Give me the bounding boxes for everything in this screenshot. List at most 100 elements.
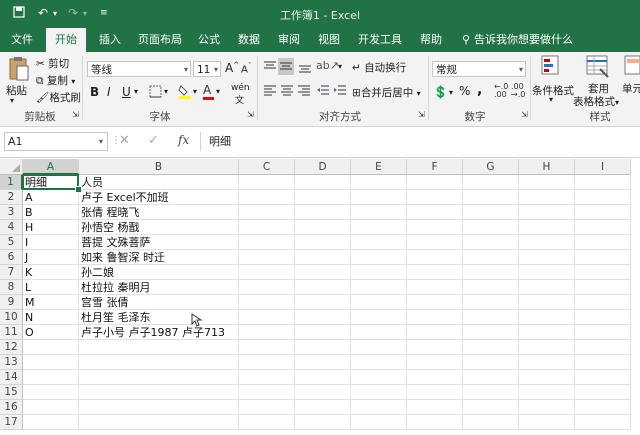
cell-e10[interactable]: [351, 310, 407, 325]
cell-f8[interactable]: [407, 280, 463, 295]
cell-i6[interactable]: [575, 250, 631, 265]
cell-e17[interactable]: [351, 415, 407, 430]
select-all-corner[interactable]: [0, 159, 23, 175]
paste-dropdown-icon[interactable]: ▾: [10, 96, 14, 105]
cell-a16[interactable]: [23, 400, 79, 415]
cell-b2[interactable]: 卢子 Excel不加班: [79, 190, 239, 205]
decrease-indent-icon[interactable]: [316, 84, 330, 101]
cell-f12[interactable]: [407, 340, 463, 355]
cell-g7[interactable]: [463, 265, 519, 280]
cell-e9[interactable]: [351, 295, 407, 310]
cell-i7[interactable]: [575, 265, 631, 280]
cell-d13[interactable]: [295, 355, 351, 370]
tab-page-layout[interactable]: 页面布局: [134, 28, 186, 52]
grow-font-button[interactable]: A^: [225, 61, 239, 75]
cell-b8[interactable]: 杜拉拉 秦明月: [79, 280, 239, 295]
format-as-table-icon[interactable]: [586, 55, 610, 82]
cell-i13[interactable]: [575, 355, 631, 370]
cell-f17[interactable]: [407, 415, 463, 430]
cell-c14[interactable]: [239, 370, 295, 385]
cell-d4[interactable]: [295, 220, 351, 235]
font-name-dropdown[interactable]: 等线 ▾: [87, 61, 191, 77]
cell-d12[interactable]: [295, 340, 351, 355]
fill-color-icon[interactable]: [178, 84, 192, 102]
cell-g16[interactable]: [463, 400, 519, 415]
tab-file[interactable]: 文件: [4, 28, 40, 52]
cell-i11[interactable]: [575, 325, 631, 340]
formula-input[interactable]: 明细: [200, 132, 636, 151]
cell-a17[interactable]: [23, 415, 79, 430]
cell-d16[interactable]: [295, 400, 351, 415]
cell-f16[interactable]: [407, 400, 463, 415]
cell-styles-icon[interactable]: [624, 55, 640, 80]
row-header[interactable]: 3: [0, 205, 23, 220]
cell-d17[interactable]: [295, 415, 351, 430]
cell-f11[interactable]: [407, 325, 463, 340]
cell-g9[interactable]: [463, 295, 519, 310]
column-header-e[interactable]: E: [351, 159, 407, 175]
border-dropdown-icon[interactable]: ▾: [164, 87, 168, 96]
orientation-icon[interactable]: ab↗: [316, 59, 339, 72]
cell-f9[interactable]: [407, 295, 463, 310]
cell-e7[interactable]: [351, 265, 407, 280]
cell-h2[interactable]: [519, 190, 575, 205]
row-header[interactable]: 2: [0, 190, 23, 205]
cell-i14[interactable]: [575, 370, 631, 385]
cell-e4[interactable]: [351, 220, 407, 235]
cell-h5[interactable]: [519, 235, 575, 250]
format-as-table-label[interactable]: 表格格式▾: [573, 94, 619, 109]
copy-button[interactable]: ⧉ 复制 ▾: [36, 73, 75, 88]
cut-button[interactable]: ✂ 剪切: [36, 56, 69, 71]
row-header[interactable]: 6: [0, 250, 23, 265]
underline-dropdown-icon[interactable]: ▾: [134, 87, 138, 96]
cell-h9[interactable]: [519, 295, 575, 310]
cell-c12[interactable]: [239, 340, 295, 355]
cell-g11[interactable]: [463, 325, 519, 340]
cell-e1[interactable]: [351, 175, 407, 190]
percent-button[interactable]: %: [459, 84, 470, 98]
cell-d8[interactable]: [295, 280, 351, 295]
cell-h6[interactable]: [519, 250, 575, 265]
cell-b1[interactable]: 人员: [79, 175, 239, 190]
orientation-dropdown-icon[interactable]: ▾: [338, 62, 342, 71]
cell-a11[interactable]: O: [23, 325, 79, 340]
cell-d14[interactable]: [295, 370, 351, 385]
cell-f7[interactable]: [407, 265, 463, 280]
row-header[interactable]: 8: [0, 280, 23, 295]
cell-c6[interactable]: [239, 250, 295, 265]
cell-c10[interactable]: [239, 310, 295, 325]
align-top-icon[interactable]: [263, 60, 277, 77]
cell-g14[interactable]: [463, 370, 519, 385]
tab-review[interactable]: 审阅: [272, 28, 306, 52]
dialog-launcher-icon[interactable]: ⇲: [418, 110, 425, 119]
cell-f14[interactable]: [407, 370, 463, 385]
cell-i16[interactable]: [575, 400, 631, 415]
cell-f1[interactable]: [407, 175, 463, 190]
cell-g1[interactable]: [463, 175, 519, 190]
conditional-format-icon[interactable]: [541, 55, 563, 80]
cell-c7[interactable]: [239, 265, 295, 280]
align-right-icon[interactable]: [297, 84, 311, 101]
cell-f2[interactable]: [407, 190, 463, 205]
conditional-format-dropdown-icon[interactable]: ▾: [549, 95, 553, 104]
cell-h17[interactable]: [519, 415, 575, 430]
cell-e15[interactable]: [351, 385, 407, 400]
format-painter-button[interactable]: 🖌格式刷: [36, 90, 81, 105]
column-header-h[interactable]: H: [519, 159, 575, 175]
cell-g12[interactable]: [463, 340, 519, 355]
increase-indent-icon[interactable]: [333, 84, 347, 101]
row-header[interactable]: 11: [0, 325, 23, 340]
border-icon[interactable]: [149, 85, 162, 101]
cell-b16[interactable]: [79, 400, 239, 415]
cell-h15[interactable]: [519, 385, 575, 400]
cell-h3[interactable]: [519, 205, 575, 220]
cell-e16[interactable]: [351, 400, 407, 415]
cell-a14[interactable]: [23, 370, 79, 385]
cell-e11[interactable]: [351, 325, 407, 340]
row-header[interactable]: 14: [0, 370, 23, 385]
cell-g13[interactable]: [463, 355, 519, 370]
row-header[interactable]: 16: [0, 400, 23, 415]
tab-data[interactable]: 数据: [232, 28, 266, 52]
currency-dropdown-icon[interactable]: ▾: [449, 88, 453, 97]
cell-e13[interactable]: [351, 355, 407, 370]
